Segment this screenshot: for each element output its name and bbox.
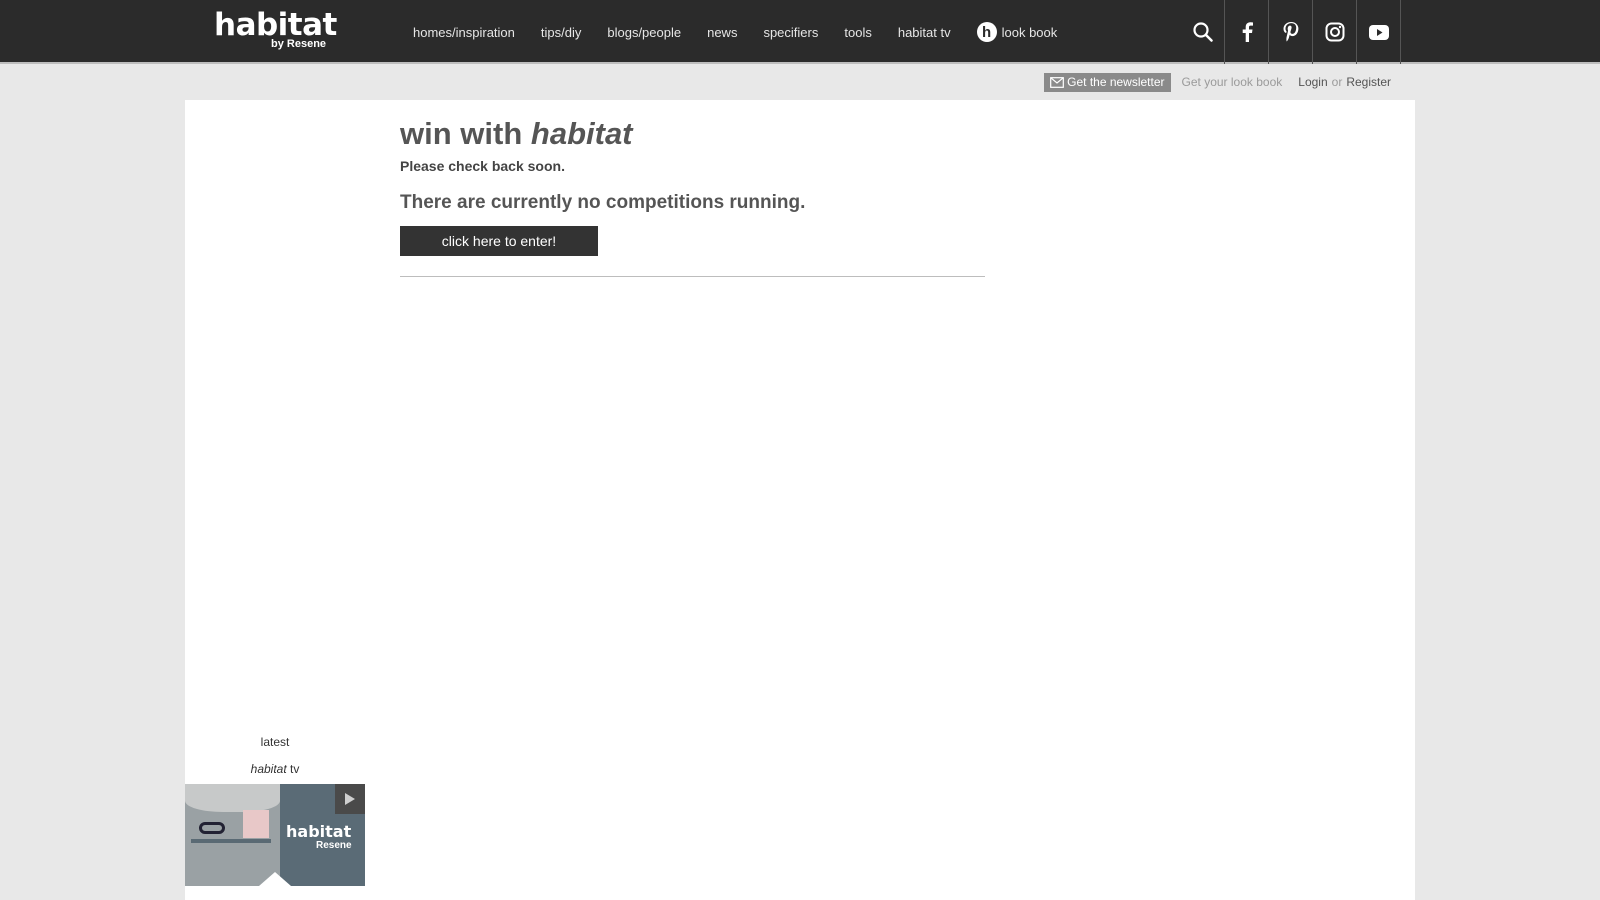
thumbnail-logo-sub: Resene xyxy=(316,840,352,851)
facebook-button[interactable] xyxy=(1225,0,1269,64)
competition-section: win with habitat Please check back soon.… xyxy=(400,114,985,277)
pinterest-icon xyxy=(1283,22,1298,42)
nav-item-news[interactable]: news xyxy=(707,25,737,40)
or-text: or xyxy=(1331,75,1343,89)
enter-button[interactable]: click here to enter! xyxy=(400,226,598,256)
pinterest-button[interactable] xyxy=(1269,0,1313,64)
habitat-h-icon: h xyxy=(976,22,997,42)
nav-item-specifiers[interactable]: specifiers xyxy=(763,25,818,40)
thumbnail-notch xyxy=(259,872,291,886)
sidebar-habitat-tv-label: habitat tv xyxy=(185,762,365,776)
page-title: win with habitat xyxy=(400,114,985,154)
thumbnail-photo xyxy=(185,784,280,886)
thumbnail-glasses xyxy=(199,822,225,834)
search-button[interactable] xyxy=(1181,0,1225,64)
get-look-book-link[interactable]: Get your look book xyxy=(1182,75,1283,89)
divider xyxy=(400,276,985,277)
instagram-button[interactable] xyxy=(1313,0,1357,64)
tv-plain: tv xyxy=(290,762,300,776)
envelope-icon xyxy=(1050,76,1065,88)
nav-item-blogs-people[interactable]: blogs/people xyxy=(607,25,681,40)
look-book-label: look book xyxy=(1001,24,1058,40)
youtube-button[interactable] xyxy=(1357,0,1401,64)
title-plain: win with xyxy=(400,116,523,151)
thumbnail-wave-shape xyxy=(185,784,280,812)
nav-item-look-book[interactable]: h look book xyxy=(976,22,1058,42)
youtube-icon xyxy=(1368,24,1389,40)
play-icon xyxy=(345,793,355,805)
habitat-tv-video-thumbnail[interactable]: habitat Resene xyxy=(185,784,365,886)
content-panel: win with habitat Please check back soon.… xyxy=(185,100,1415,900)
nav-item-homes-inspiration[interactable]: homes/inspiration xyxy=(413,25,515,40)
top-nav-bar: habitat by Resene homes/inspiration tips… xyxy=(0,0,1600,64)
nav-item-tools[interactable]: tools xyxy=(844,25,871,40)
habitat-logo[interactable]: habitat by Resene xyxy=(214,7,337,51)
search-icon xyxy=(1192,22,1213,42)
sidebar: latest habitat tv habitat Resene xyxy=(185,735,365,886)
instagram-icon xyxy=(1325,22,1344,42)
thumbnail-shelf xyxy=(191,839,271,843)
main-nav: homes/inspiration tips/diy blogs/people … xyxy=(413,0,1083,64)
logo-text: habitat xyxy=(214,7,337,43)
title-italic: habitat xyxy=(530,116,633,151)
nav-item-habitat-tv[interactable]: habitat tv xyxy=(898,25,951,40)
nav-item-tips-diy[interactable]: tips/diy xyxy=(541,25,581,40)
newsletter-label: Get the newsletter xyxy=(1067,75,1165,89)
logo-subtext: by Resene xyxy=(271,38,327,50)
check-back-text: Please check back soon. xyxy=(400,158,565,174)
login-link[interactable]: Login xyxy=(1298,75,1327,89)
tv-italic: habitat xyxy=(250,762,287,776)
register-link[interactable]: Register xyxy=(1346,75,1391,89)
no-competitions-text: There are currently no competitions runn… xyxy=(400,192,806,213)
thumbnail-logo-text: habitat xyxy=(286,822,352,841)
newsletter-button[interactable]: Get the newsletter xyxy=(1044,72,1171,92)
social-links xyxy=(1181,0,1401,64)
facebook-icon xyxy=(1242,22,1253,42)
sidebar-latest-label: latest xyxy=(260,735,290,749)
thumbnail-pink-box xyxy=(243,810,269,838)
account-bar: Get the newsletter Get your look book Lo… xyxy=(1044,72,1391,92)
play-button[interactable] xyxy=(335,784,365,814)
